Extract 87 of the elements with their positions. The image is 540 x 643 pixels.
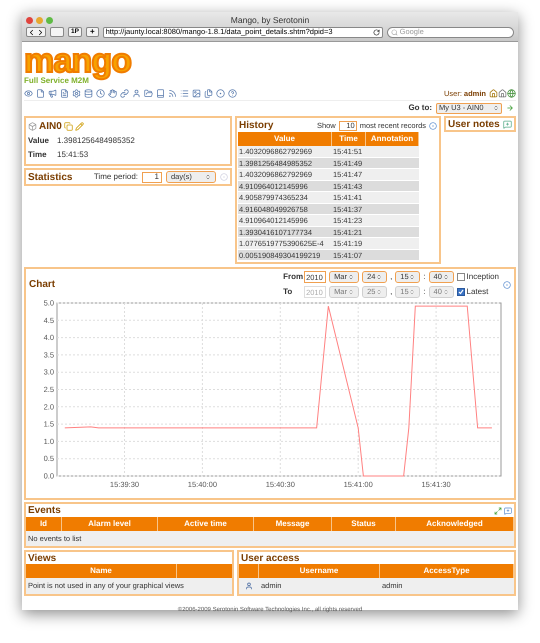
logo-tagline: Full Service M2M — [24, 76, 89, 85]
add-bookmark-button[interactable]: + — [86, 27, 99, 37]
folder-icon[interactable] — [144, 89, 153, 98]
reload-icon[interactable] — [372, 28, 380, 36]
home-icon[interactable] — [489, 89, 498, 98]
panel-title: AIN0 — [39, 120, 62, 134]
column-header: Value — [238, 132, 332, 146]
panel-title: Chart — [29, 278, 56, 292]
checkbox[interactable] — [456, 273, 465, 281]
document-icon[interactable] — [60, 89, 69, 98]
separator-comma: , — [390, 286, 392, 298]
gear-icon[interactable] — [72, 89, 81, 98]
point-time: 15:41:53 — [57, 149, 88, 161]
search-icon — [390, 28, 398, 36]
target-icon[interactable] — [216, 89, 225, 98]
signal-icon[interactable] — [168, 89, 177, 98]
back-forward-buttons[interactable] — [26, 27, 46, 37]
table-cell — [366, 169, 419, 180]
point-value: 1.3981256484985352 — [57, 135, 135, 147]
separator-colon: : — [423, 286, 426, 298]
checkbox-label: Inception — [466, 271, 499, 283]
cube-icon — [28, 122, 37, 131]
home-icon[interactable] — [498, 89, 507, 98]
help-icon[interactable] — [228, 89, 237, 98]
megaphone-icon[interactable] — [48, 89, 57, 98]
date-label: To — [283, 286, 294, 298]
user-icon[interactable] — [132, 89, 141, 98]
table-cell — [366, 215, 419, 226]
column-header: Status — [332, 517, 396, 531]
go-icon[interactable] — [503, 280, 511, 288]
checkbox-label: Latest — [466, 286, 488, 298]
date-label: From — [283, 271, 302, 283]
panel-title: Events — [28, 504, 61, 518]
column-header: Username — [259, 564, 380, 578]
table-cell — [366, 226, 419, 238]
go-arrow-icon[interactable] — [506, 104, 514, 112]
table-cell — [366, 146, 419, 158]
value-label: Value — [28, 135, 50, 147]
time-period-label: Time period: — [94, 171, 138, 183]
column-header: Id — [26, 517, 62, 531]
copy-icon[interactable] — [64, 122, 73, 131]
user-icon — [245, 582, 253, 590]
hand-icon[interactable] — [108, 89, 117, 98]
column-header: Annotation — [366, 132, 419, 146]
link-icon[interactable] — [120, 89, 129, 98]
column-header: Message — [254, 517, 332, 531]
panel-title: History — [239, 119, 274, 133]
book-icon[interactable] — [156, 89, 165, 98]
close-button[interactable] — [26, 16, 33, 24]
column-header: Alarm level — [62, 517, 158, 531]
database-icon[interactable] — [84, 89, 93, 98]
column-header — [177, 564, 232, 578]
clock-icon[interactable] — [96, 89, 105, 98]
panel-title: Statistics — [28, 170, 72, 184]
go-icon[interactable] — [429, 122, 437, 130]
image-icon[interactable] — [192, 89, 201, 98]
table-cell — [366, 158, 419, 169]
column-header: Acknowledged — [396, 517, 514, 531]
expand-icon[interactable] — [494, 506, 502, 514]
time-label: Time — [28, 149, 48, 161]
column-header: Name — [26, 564, 177, 578]
page-icon[interactable] — [36, 89, 45, 98]
eye-icon[interactable] — [24, 89, 33, 98]
pencil-icon[interactable] — [74, 122, 84, 131]
panel-title: Views — [28, 552, 56, 566]
checkmark-icon — [458, 289, 464, 295]
pages-icon[interactable] — [204, 89, 213, 98]
table-cell — [366, 204, 419, 215]
checkbox[interactable] — [456, 288, 465, 296]
goto-label: Go to: — [408, 102, 432, 114]
separator-colon: : — [423, 271, 426, 283]
column-header: Active time — [158, 517, 254, 531]
add-note-icon[interactable] — [503, 120, 512, 128]
table-cell — [366, 180, 419, 192]
table-cell — [366, 238, 419, 250]
panel-title: User access — [241, 552, 300, 566]
comment-icon[interactable] — [504, 506, 512, 514]
globe-icon[interactable] — [507, 89, 516, 98]
table-cell — [366, 250, 419, 261]
time-period-field[interactable]: 1 — [142, 172, 162, 182]
panel-title: User notes — [448, 118, 500, 132]
column-header: Time — [332, 132, 366, 146]
window-title: Mango, by Serotonin — [230, 14, 310, 26]
column-header: AccessType — [380, 564, 514, 578]
separator-comma: , — [390, 271, 392, 283]
table-cell — [366, 192, 419, 204]
list-icon[interactable] — [180, 89, 189, 98]
